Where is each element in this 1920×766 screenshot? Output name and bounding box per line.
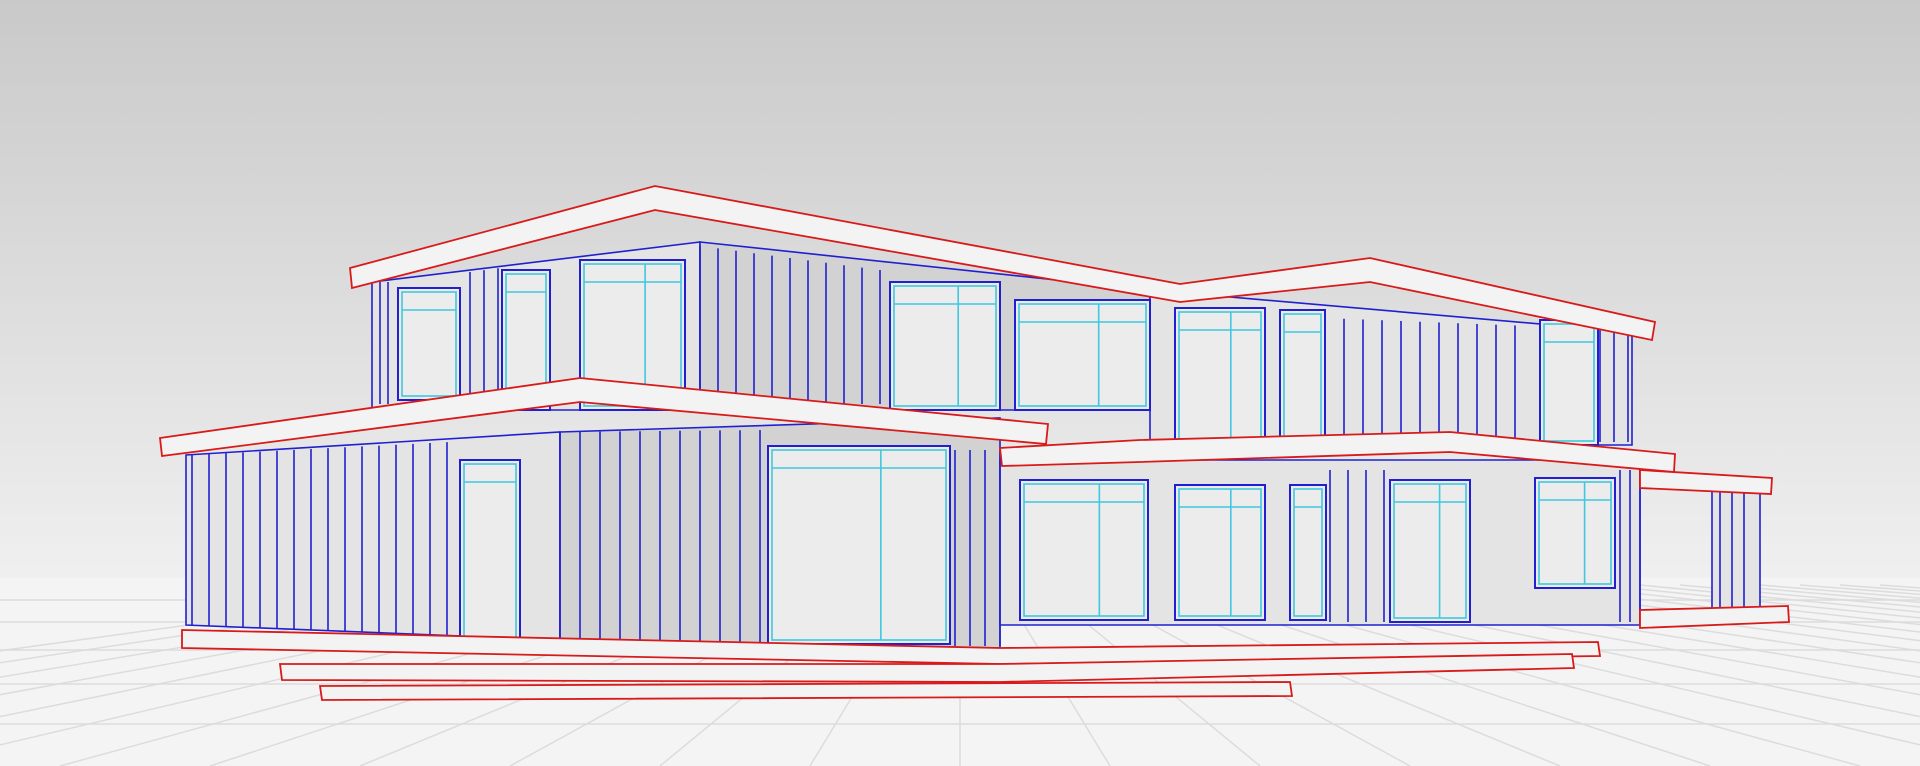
window	[1389, 479, 1471, 623]
base-step-3	[318, 681, 1294, 701]
window	[397, 287, 461, 401]
window	[767, 445, 951, 645]
window	[889, 281, 1001, 411]
window	[1019, 479, 1149, 621]
window	[1014, 299, 1151, 411]
window	[1539, 319, 1599, 446]
window	[459, 459, 521, 643]
window	[1174, 484, 1266, 621]
house-render	[0, 0, 1920, 766]
window	[1279, 309, 1326, 446]
window	[1174, 307, 1266, 446]
window	[1534, 477, 1616, 589]
window	[1289, 484, 1327, 621]
